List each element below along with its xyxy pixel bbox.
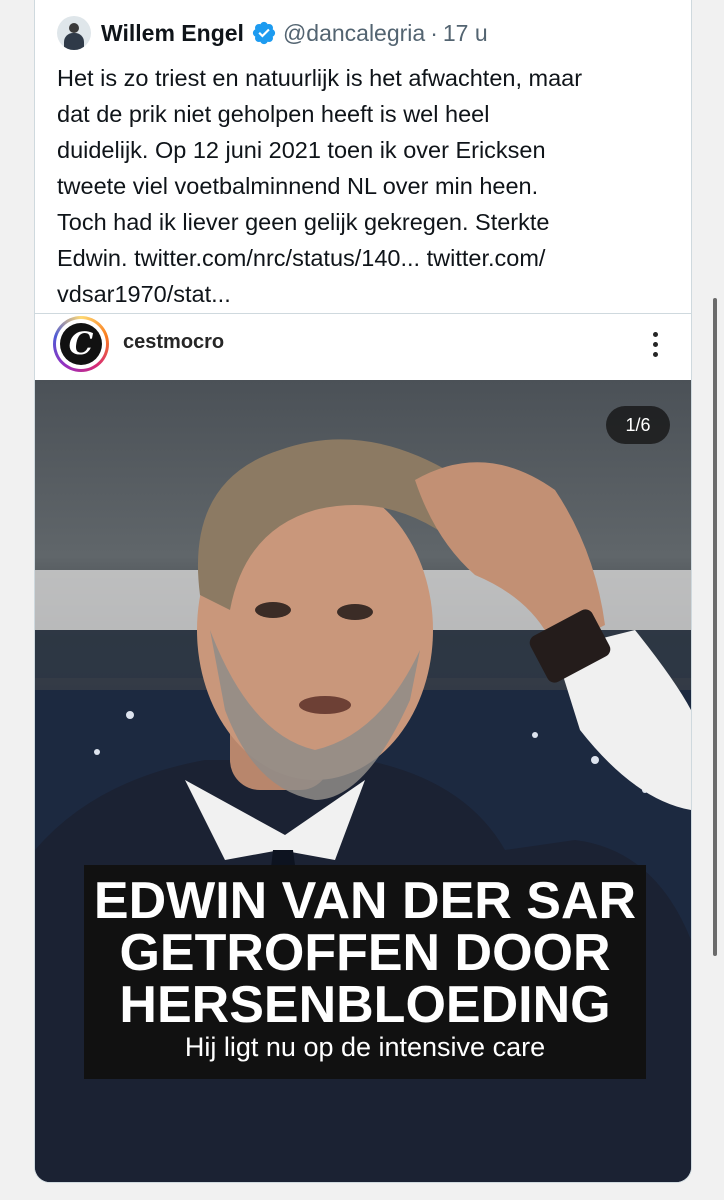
tweet-line: dat de prik niet geholpen heeft is wel h… (57, 101, 490, 127)
verified-badge-icon (252, 21, 276, 45)
light-dot (94, 749, 100, 755)
light-dot (591, 756, 599, 764)
mouth (299, 696, 351, 714)
tweet-line: tweete viel voetbalminnend NL over min h… (57, 173, 539, 199)
author-avatar[interactable] (57, 16, 91, 50)
headline-box: EDWIN VAN DER SAR GETROFFEN DOOR HERSENB… (84, 865, 646, 1079)
left-eye (255, 602, 291, 618)
tweet-line: Toch had ik liever geen gelijk gekregen.… (57, 209, 550, 235)
headline-line: GETROFFEN DOOR (119, 924, 611, 982)
account-avatar[interactable]: C (53, 316, 109, 372)
image-counter: 1/6 (606, 406, 670, 444)
tweet-line: duidelijk. Op 12 juni 2021 toen ik over … (57, 137, 546, 163)
tweet-line[interactable]: Edwin. twitter.com/nrc/status/140... twi… (57, 240, 677, 276)
tweet-card[interactable]: Willem Engel @dancalegria · 17 u Het is … (34, 0, 692, 1183)
embedded-instagram-post[interactable]: C cestmocro 1/6 EDWIN VAN DER SAR GETROF… (35, 313, 691, 1182)
avatar-torso (64, 33, 84, 50)
light-dot (126, 711, 134, 719)
account-username[interactable]: cestmocro (123, 331, 224, 354)
author-name[interactable]: Willem Engel (101, 20, 244, 47)
tweet-header: Willem Engel @dancalegria · 17 u (57, 12, 488, 54)
subheadline: Hij ligt nu op de intensive care (184, 1032, 546, 1062)
light-dot (532, 732, 538, 738)
headline-line: EDWIN VAN DER SAR (93, 872, 637, 930)
right-eye (337, 604, 373, 620)
avatar-head (69, 23, 79, 33)
more-options-icon[interactable] (640, 324, 670, 364)
more-dot (652, 341, 658, 347)
tweet-line[interactable]: vdsar1970/stat... (57, 276, 677, 312)
scrollbar[interactable] (713, 298, 717, 956)
more-dot (652, 351, 658, 357)
post-photo[interactable]: 1/6 EDWIN VAN DER SAR GETROFFEN DOOR HER… (35, 380, 691, 1182)
avatar-ring-inner: C (56, 319, 106, 369)
tweet-line: Het is zo triest en natuurlijk is het af… (57, 65, 583, 91)
separator-dot: · (430, 19, 438, 46)
tweet-time[interactable]: 17 u (443, 20, 488, 47)
author-handle[interactable]: @dancalegria (283, 20, 425, 47)
account-logo-icon: C (60, 323, 102, 365)
more-dot (652, 331, 658, 337)
headline-line: HERSENBLOEDING (119, 976, 611, 1034)
embed-header: C cestmocro (35, 314, 691, 380)
tweet-text: Het is zo triest en natuurlijk is het af… (57, 60, 677, 312)
